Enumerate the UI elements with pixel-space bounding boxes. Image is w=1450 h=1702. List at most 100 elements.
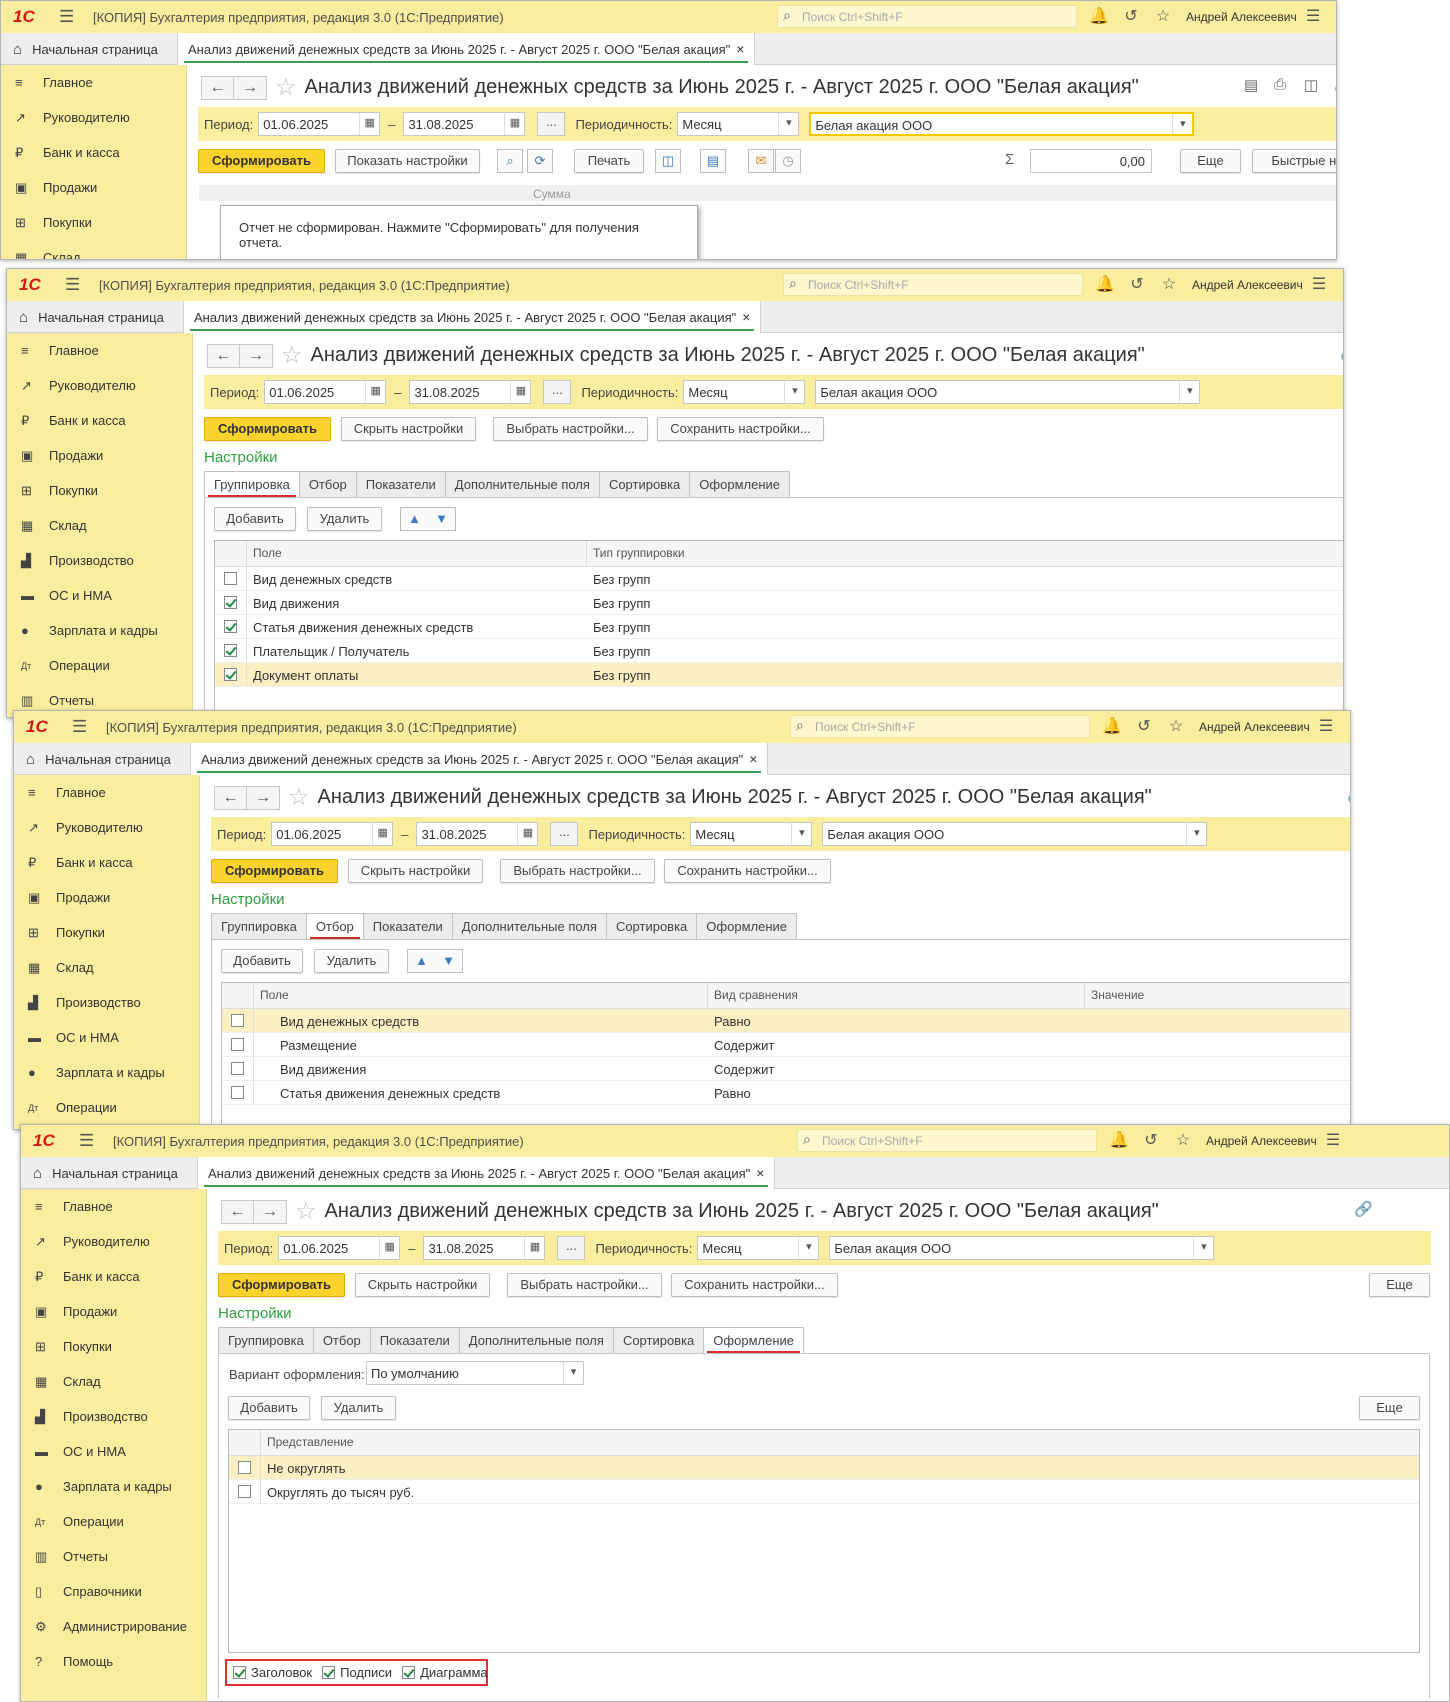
sidebar-item-main[interactable]: ≡ Главное <box>1 65 186 100</box>
forward-button[interactable]: → <box>247 785 280 810</box>
user-name[interactable]: Андрей Алексеевич <box>1192 278 1303 292</box>
date-to-input[interactable]: 31.08.2025 ▦ <box>416 822 539 846</box>
panel-more-button[interactable]: Еще <box>1359 1396 1420 1420</box>
report-tab[interactable]: Анализ движений денежных средств за Июнь… <box>190 743 769 775</box>
table-row[interactable]: Документ оплаты Без групп <box>215 663 1343 687</box>
print-button[interactable]: Печать <box>574 149 644 173</box>
search-input[interactable]: ⌕ Поиск Ctrl+Shift+F <box>783 273 1083 296</box>
table-row[interactable]: Статья движения денежных средств Равно <box>222 1081 1350 1105</box>
organization-select[interactable]: Белая акация ООО ▾ <box>815 380 1201 404</box>
sidebar-item-manager[interactable]: ↗ Руководителю <box>21 1224 206 1259</box>
sidebar-item-main[interactable]: ≡ Главное <box>14 775 199 810</box>
calendar-icon[interactable]: ▦ <box>524 1237 544 1259</box>
link-icon[interactable]: 🔗 <box>1347 786 1350 804</box>
save-settings-button[interactable]: Сохранить настройки... <box>671 1273 838 1297</box>
forward-button[interactable]: → <box>254 1199 287 1224</box>
close-icon[interactable]: × <box>749 751 757 767</box>
forward-button[interactable]: → <box>240 343 273 368</box>
more-button[interactable]: Еще <box>1180 149 1241 173</box>
period-select-button[interactable]: ... <box>537 112 566 136</box>
sidebar-item-manager[interactable]: ↗ Руководителю <box>1 100 186 135</box>
bell-icon[interactable]: 🔔 <box>1087 6 1111 26</box>
favorite-star-icon[interactable]: ☆ <box>281 341 303 370</box>
sidebar-item-assets[interactable]: ▬ ОС и НМА <box>21 1434 206 1469</box>
link-icon[interactable]: 🔗 <box>1354 1200 1373 1218</box>
back-button[interactable]: ← <box>221 1199 254 1224</box>
tab-indicators[interactable]: Показатели <box>355 471 446 497</box>
organization-select[interactable]: Белая акация ООО ▾ <box>809 112 1195 136</box>
sidebar-item-purchases[interactable]: ⊞ Покупки <box>7 473 192 508</box>
calendar-icon[interactable]: ▦ <box>372 823 392 845</box>
sidebar-item-production[interactable]: ▟ Производство <box>7 543 192 578</box>
sidebar-item-bank[interactable]: ₽ Банк и касса <box>14 845 199 880</box>
sidebar-item-manager[interactable]: ↗ Руководителю <box>7 368 192 403</box>
table-row[interactable]: Плательщик / Получатель Без групп <box>215 639 1343 663</box>
sidebar-item-assets[interactable]: ▬ ОС и НМА <box>14 1020 199 1055</box>
sidebar-item-bank[interactable]: ₽ Банк и касса <box>21 1259 206 1294</box>
choose-settings-button[interactable]: Выбрать настройки... <box>500 859 655 883</box>
period-select-button[interactable]: ... <box>550 822 579 846</box>
back-button[interactable]: ← <box>214 785 247 810</box>
sidebar-item-directories[interactable]: ▯ Справочники <box>21 1574 206 1609</box>
save-settings-button[interactable]: Сохранить настройки... <box>657 417 824 441</box>
tab-sorting[interactable]: Сортировка <box>598 471 691 497</box>
chevron-down-icon[interactable]: ▾ <box>778 113 798 135</box>
date-from-input[interactable]: 01.06.2025 ▦ <box>278 1236 401 1260</box>
row-checkbox[interactable] <box>231 1014 244 1027</box>
report-tab[interactable]: Анализ движений денежных средств за Июнь… <box>177 33 756 65</box>
sidebar-item-salary[interactable]: ● Зарплата и кадры <box>14 1055 199 1090</box>
menu-icon[interactable]: ☰ <box>65 275 91 295</box>
sidebar-item-salary[interactable]: ● Зарплата и кадры <box>21 1469 206 1504</box>
back-button[interactable]: ← <box>207 343 240 368</box>
sidebar-item-operations[interactable]: Дт Операции <box>21 1504 206 1539</box>
row-checkbox[interactable] <box>238 1485 251 1498</box>
favorite-star-icon[interactable]: ☆ <box>275 73 297 102</box>
choose-settings-button[interactable]: Выбрать настройки... <box>493 417 648 441</box>
close-icon[interactable]: × <box>742 309 750 325</box>
hide-settings-button[interactable]: Скрыть настройки <box>355 1273 490 1297</box>
generate-button[interactable]: Сформировать <box>198 149 325 173</box>
bell-icon[interactable]: 🔔 <box>1093 274 1117 294</box>
settings-menu-icon[interactable]: ☰ <box>1314 716 1338 736</box>
chevron-down-icon[interactable]: ▾ <box>1179 381 1199 403</box>
user-name[interactable]: Андрей Алексеевич <box>1199 720 1310 734</box>
row-checkbox[interactable] <box>224 644 237 657</box>
chevron-down-icon[interactable]: ▾ <box>784 381 804 403</box>
variant-select[interactable]: По умолчанию ▾ <box>366 1361 584 1385</box>
row-checkbox[interactable] <box>231 1038 244 1051</box>
print-icon[interactable]: ⎙ <box>1274 76 1286 93</box>
search-input[interactable]: ⌕ Поиск Ctrl+Shift+F <box>790 715 1090 738</box>
sidebar-item-warehouse[interactable]: ▦ Склад <box>7 508 192 543</box>
star-icon[interactable]: ☆ <box>1151 6 1175 26</box>
tab-design[interactable]: Оформление <box>696 913 797 939</box>
star-icon[interactable]: ☆ <box>1171 1130 1195 1150</box>
menu-icon[interactable]: ☰ <box>79 1131 105 1151</box>
bell-icon[interactable]: 🔔 <box>1107 1130 1131 1150</box>
save-icon[interactable]: ▤ <box>1244 76 1258 94</box>
sidebar-item-sales[interactable]: ▣ Продажи <box>14 880 199 915</box>
tab-sorting[interactable]: Сортировка <box>612 1327 705 1353</box>
sidebar-item-salary[interactable]: ● Зарплата и кадры <box>7 613 192 648</box>
clock-icon[interactable]: ◷ <box>775 149 801 173</box>
close-icon[interactable]: × <box>756 1165 764 1181</box>
sidebar-item-warehouse[interactable]: ▦ Склад <box>1 240 186 260</box>
menu-icon[interactable]: ☰ <box>59 7 85 27</box>
sidebar-item-manager[interactable]: ↗ Руководителю <box>14 810 199 845</box>
refresh-icon[interactable]: ⟳ <box>527 149 553 173</box>
row-checkbox[interactable] <box>238 1461 251 1474</box>
date-to-input[interactable]: 31.08.2025 ▦ <box>403 112 526 136</box>
calendar-icon[interactable]: ▦ <box>379 1237 399 1259</box>
move-up-icon[interactable]: ▲ <box>408 950 435 972</box>
calendar-icon[interactable]: ▦ <box>510 381 530 403</box>
row-checkbox[interactable] <box>231 1086 244 1099</box>
settings-menu-icon[interactable]: ☰ <box>1321 1130 1345 1150</box>
chevron-down-icon[interactable]: ▾ <box>1186 823 1206 845</box>
star-icon[interactable]: ☆ <box>1164 716 1188 736</box>
table-row[interactable]: Вид движения Без групп <box>215 591 1343 615</box>
date-to-input[interactable]: 31.08.2025 ▦ <box>409 380 532 404</box>
tab-filter[interactable]: Отбор <box>298 471 357 497</box>
sidebar-item-admin[interactable]: ⚙ Администрирование <box>21 1609 206 1644</box>
row-checkbox[interactable] <box>224 620 237 633</box>
search-icon[interactable]: ⌕ <box>497 149 523 173</box>
periodicity-select[interactable]: Месяц ▾ <box>690 822 813 846</box>
